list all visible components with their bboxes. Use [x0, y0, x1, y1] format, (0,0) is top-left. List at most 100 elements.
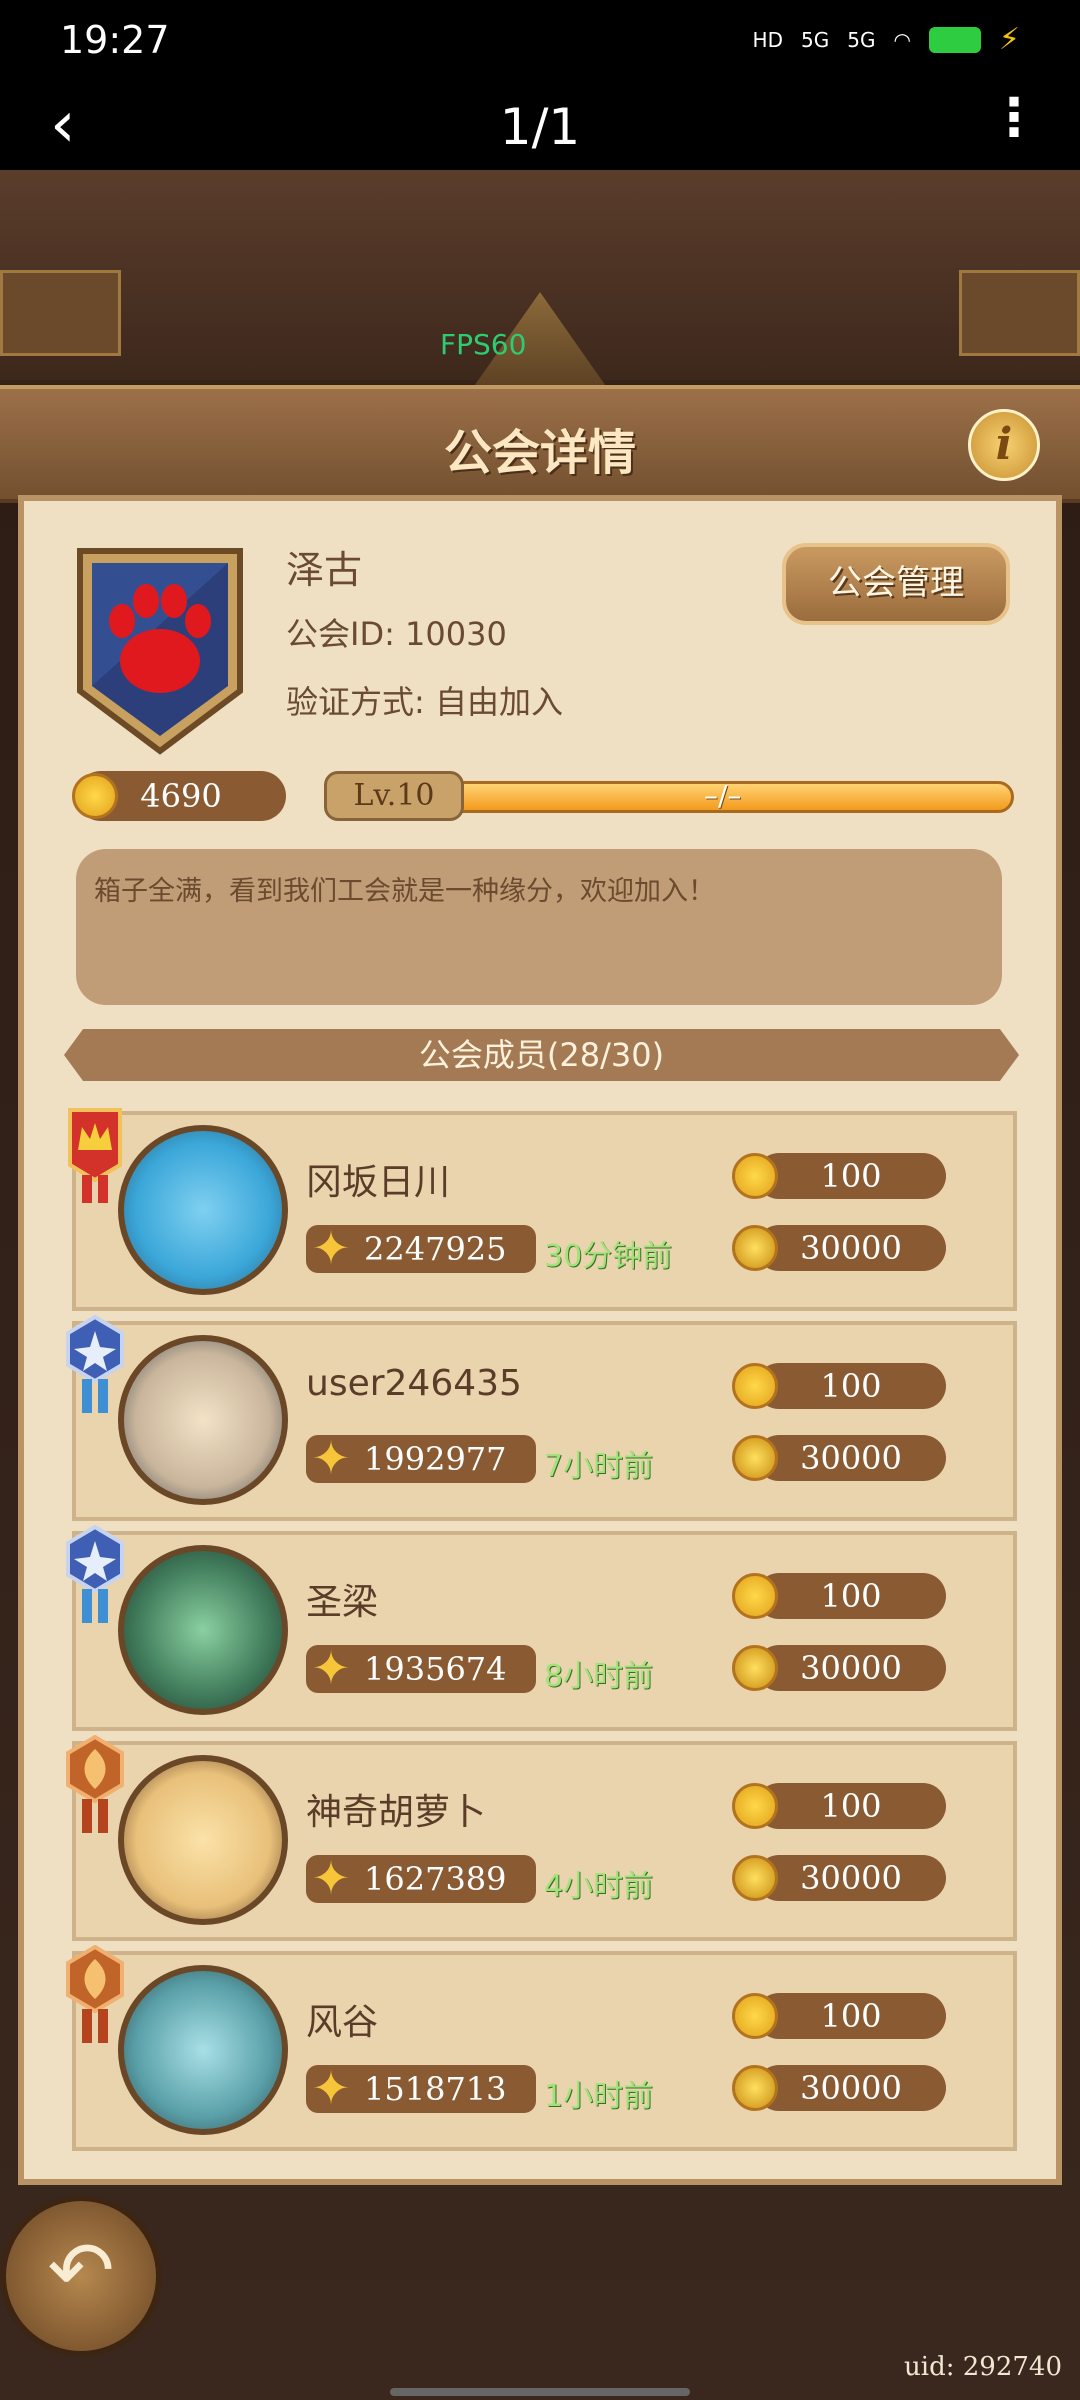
power-icon: ✦: [311, 1641, 351, 1695]
fps-counter: FPS60: [440, 328, 527, 361]
member-gold-value: 30000: [800, 1229, 902, 1267]
coin-icon: [72, 773, 118, 819]
member-contribution: 100: [732, 1783, 946, 1829]
gold-coin-icon: [732, 1855, 778, 1901]
avatar: [118, 1755, 288, 1925]
member-last-online: 30分钟前: [544, 1239, 673, 1274]
gold-coin-icon: [732, 2065, 778, 2111]
panel-header: 公会详情 i: [0, 385, 1080, 503]
member-contribution-value: 100: [820, 1997, 882, 2035]
member-power-value: 1992977: [364, 1440, 507, 1478]
member-gold-value: 30000: [800, 1649, 902, 1687]
member-contribution: 100: [732, 1573, 946, 1619]
right-pillar: [959, 270, 1080, 356]
member-row[interactable]: 风谷 ✦ 1518713 1小时前 100 30000: [66, 1945, 1017, 2151]
member-contribution: 100: [732, 1993, 946, 2039]
member-power: ✦ 2247925: [306, 1221, 536, 1275]
avatar: [118, 1545, 288, 1715]
status-time: 19:27: [60, 18, 170, 62]
wifi-icon: ◠: [893, 27, 911, 52]
member-name: 风谷: [306, 2002, 379, 2043]
member-contribution-value: 100: [820, 1577, 882, 1615]
member-last-online: 7小时前: [544, 1449, 654, 1484]
member-power: ✦ 1627389: [306, 1851, 536, 1905]
gold-coin-icon: [732, 1225, 778, 1271]
member-gold: 30000: [732, 1645, 946, 1691]
member-name: 冈坂日川: [306, 1162, 451, 1203]
gold-coin-icon: [732, 1645, 778, 1691]
member-power-value: 1518713: [364, 2070, 507, 2108]
guild-id: 公会ID: 10030: [286, 615, 507, 653]
member-power: ✦ 1518713: [306, 2061, 536, 2115]
member-contribution-value: 100: [820, 1787, 882, 1825]
member-contribution: 100: [732, 1153, 946, 1199]
level-progress-text: –/–: [704, 779, 742, 812]
guild-manage-button[interactable]: 公会管理: [782, 543, 1010, 625]
member-row[interactable]: 圣梁 ✦ 1935674 8小时前 100 30000: [66, 1525, 1017, 1731]
left-pillar: [0, 270, 121, 356]
battery-icon: [928, 26, 981, 53]
members-header: 公会成员(28/30): [64, 1029, 1019, 1081]
hd-icon: HD: [752, 27, 783, 52]
power-icon: ✦: [311, 1431, 351, 1485]
home-indicator: [390, 2388, 690, 2396]
guild-coin-balance: 4690: [72, 771, 286, 821]
guild-level: Lv.10: [324, 771, 464, 821]
member-last-online: 8小时前: [544, 1659, 654, 1694]
member-power-value: 1627389: [364, 1860, 507, 1898]
member-gold-value: 30000: [800, 2069, 902, 2107]
member-power: ✦ 1935674: [306, 1641, 536, 1695]
status-icons: HD 5G 5G ◠ ⚡: [753, 22, 1020, 57]
coin-icon: [732, 1993, 778, 2039]
member-contribution-value: 100: [820, 1367, 882, 1405]
guild-coin-value: 4690: [140, 777, 222, 815]
info-icon[interactable]: i: [968, 409, 1040, 481]
member-gold: 30000: [732, 1855, 946, 1901]
guild-panel: 泽古 公会ID: 10030 验证方式: 自由加入 公会管理 4690 Lv.1…: [18, 495, 1062, 2185]
gold-coin-icon: [732, 1435, 778, 1481]
power-icon: ✦: [311, 1851, 351, 1905]
member-row[interactable]: 冈坂日川 ✦ 2247925 30分钟前 100 30000: [68, 1108, 1017, 1311]
viewer-top-bar: ‹ 1/1 ⋮: [0, 80, 1080, 170]
member-gold: 30000: [732, 1435, 946, 1481]
status-bar: 19:27 HD 5G 5G ◠ ⚡: [0, 0, 1080, 80]
page-title: 公会详情: [443, 425, 636, 481]
coin-icon: [732, 1573, 778, 1619]
member-contribution-value: 100: [820, 1157, 882, 1195]
guild-name: 泽古: [286, 548, 363, 592]
more-vertical-icon[interactable]: ⋮: [988, 88, 1040, 148]
member-row[interactable]: user246435 ✦ 1992977 7小时前 100 30000: [66, 1315, 1017, 1521]
user-id: uid: 292740: [904, 2352, 1062, 2382]
member-name: user246435: [306, 1363, 522, 1404]
power-icon: ✦: [311, 2061, 351, 2115]
avatar: [118, 1125, 288, 1295]
signal-icon: 5G: [801, 27, 830, 52]
game-scene: FPS60 公会详情 i 泽古 公会ID: 10030 验证方式: 自由加入 公…: [0, 170, 1080, 2400]
guild-emblem-icon: [77, 548, 243, 755]
member-name: 圣梁: [306, 1582, 379, 1623]
page-counter: 1/1: [499, 98, 581, 156]
member-name: 神奇胡萝卜: [306, 1792, 487, 1833]
member-gold-value: 30000: [800, 1439, 902, 1477]
charging-icon: ⚡: [998, 22, 1020, 57]
signal-icon-2: 5G: [847, 27, 876, 52]
member-row[interactable]: 神奇胡萝卜 ✦ 1627389 4小时前 100 30000: [66, 1735, 1017, 1941]
guild-description: 箱子全满，看到我们工会就是一种缘分，欢迎加入！: [76, 849, 1002, 1005]
member-contribution: 100: [732, 1363, 946, 1409]
member-gold: 30000: [732, 1225, 946, 1271]
avatar: [118, 1335, 288, 1505]
guild-level-bar: Lv.10 –/–: [324, 771, 1024, 821]
power-icon: ✦: [311, 1221, 351, 1275]
avatar: [118, 1965, 288, 2135]
member-power: ✦ 1992977: [306, 1431, 536, 1485]
coin-icon: [732, 1783, 778, 1829]
member-last-online: 1小时前: [544, 2079, 654, 2114]
return-arrow-icon[interactable]: ↶: [0, 2195, 162, 2357]
member-power-value: 1935674: [364, 1650, 507, 1688]
coin-icon: [732, 1363, 778, 1409]
member-power-value: 2247925: [364, 1230, 507, 1268]
member-gold: 30000: [732, 2065, 946, 2111]
guild-verification: 验证方式: 自由加入: [286, 683, 563, 721]
member-gold-value: 30000: [800, 1859, 902, 1897]
coin-icon: [732, 1153, 778, 1199]
